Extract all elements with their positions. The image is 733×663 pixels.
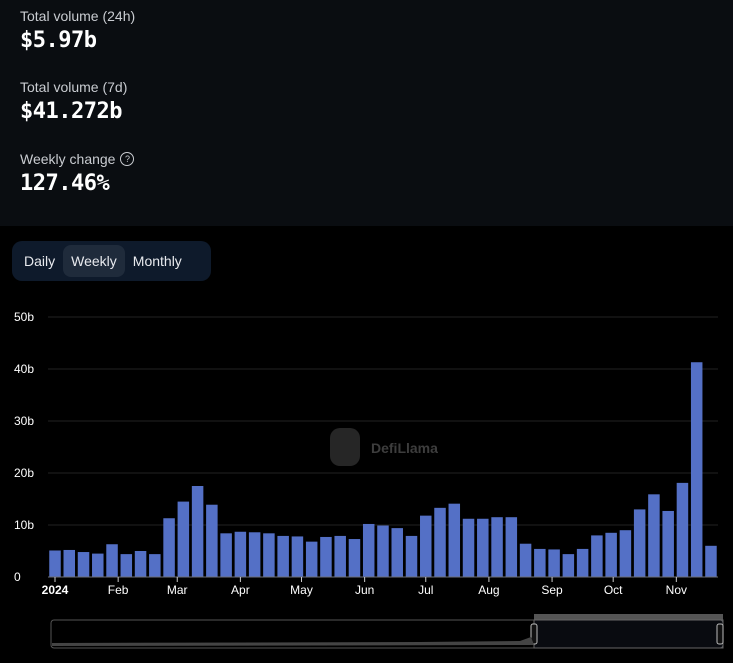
bar[interactable] — [605, 532, 617, 577]
bar[interactable] — [149, 554, 161, 577]
bar[interactable] — [163, 518, 175, 577]
bar[interactable] — [619, 530, 632, 577]
bar[interactable] — [391, 528, 403, 577]
bar[interactable] — [277, 535, 289, 577]
bar[interactable] — [377, 525, 389, 577]
bar[interactable] — [676, 482, 689, 577]
bar[interactable] — [562, 554, 575, 577]
bar[interactable] — [92, 553, 104, 577]
bar[interactable] — [448, 503, 461, 577]
bar[interactable] — [120, 554, 133, 577]
bar[interactable] — [248, 532, 261, 577]
bar[interactable] — [263, 533, 275, 577]
volume-chart: 0 10b 20b 30b 40b 50b DefiLlama 2024 Feb Mar Apr… — [14, 310, 724, 649]
x-tick-label: Feb — [108, 583, 129, 597]
bar[interactable] — [134, 551, 147, 577]
bar[interactable] — [191, 486, 204, 577]
x-tick-label: Nov — [666, 583, 687, 597]
slider-handle-right[interactable] — [716, 623, 724, 645]
bar[interactable] — [177, 501, 190, 577]
bar[interactable] — [576, 548, 589, 577]
zoom-slider[interactable] — [50, 614, 724, 649]
bar[interactable] — [462, 518, 475, 577]
y-tick-label: 50b — [14, 310, 34, 324]
slider-preview-history — [52, 637, 534, 646]
bar[interactable] — [505, 517, 518, 577]
x-tick-label: Oct — [604, 583, 623, 597]
bar[interactable] — [477, 518, 489, 577]
x-tick-label: Sep — [541, 583, 563, 597]
y-tick-label: 10b — [14, 518, 34, 532]
watermark-text: DefiLlama — [371, 440, 438, 456]
bar[interactable] — [662, 510, 674, 577]
slider-window[interactable] — [533, 619, 724, 649]
y-tick-label: 0 — [14, 570, 21, 584]
y-tick-label: 20b — [14, 466, 34, 480]
watermark: DefiLlama — [330, 428, 438, 466]
bar[interactable] — [63, 549, 76, 577]
bar[interactable] — [234, 531, 247, 577]
x-tick-label: 2024 — [42, 583, 69, 597]
bar[interactable] — [705, 545, 717, 577]
x-tick-label: Aug — [478, 583, 499, 597]
bar[interactable] — [106, 544, 118, 577]
bar[interactable] — [206, 504, 218, 577]
bar[interactable] — [491, 517, 503, 577]
slider-drag-bar[interactable] — [534, 614, 723, 620]
x-tick-label: May — [290, 583, 313, 597]
x-tick-label: Jun — [355, 583, 374, 597]
x-tick-label: Apr — [231, 583, 250, 597]
bar[interactable] — [690, 362, 703, 577]
bar[interactable] — [49, 550, 61, 577]
bar[interactable] — [591, 535, 603, 577]
y-tick-label: 30b — [14, 414, 34, 428]
bar[interactable] — [633, 509, 646, 577]
bar[interactable] — [348, 539, 361, 577]
llama-logo-icon — [330, 428, 360, 466]
bar[interactable] — [434, 507, 446, 577]
bar[interactable] — [420, 515, 432, 577]
bar[interactable] — [648, 494, 660, 577]
x-tick-label: Mar — [167, 583, 188, 597]
bar[interactable] — [77, 552, 90, 577]
bar[interactable] — [291, 536, 304, 577]
bar[interactable] — [548, 549, 560, 577]
bar[interactable] — [320, 536, 332, 577]
bar[interactable] — [305, 541, 318, 577]
y-tick-label: 40b — [14, 362, 34, 376]
bar[interactable] — [534, 548, 546, 577]
bar[interactable] — [220, 533, 232, 577]
bar[interactable] — [405, 535, 418, 577]
bar[interactable] — [519, 543, 532, 577]
bar[interactable] — [334, 535, 346, 577]
bar[interactable] — [362, 523, 375, 577]
x-tick-label: Jul — [418, 583, 433, 597]
